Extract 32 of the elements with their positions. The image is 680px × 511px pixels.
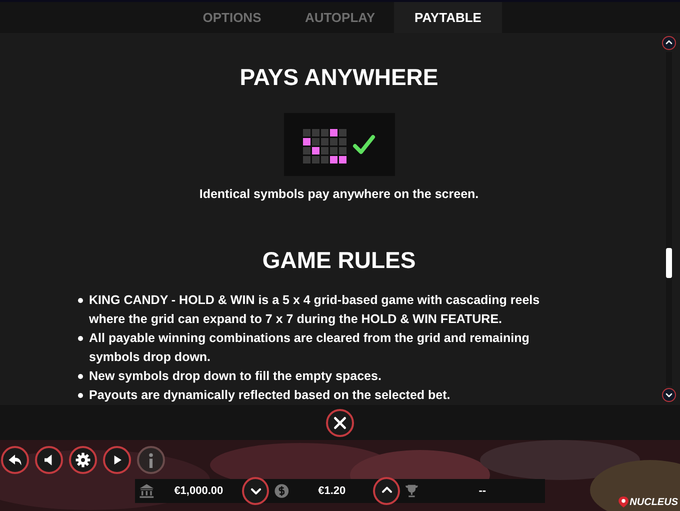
info-icon [148, 452, 154, 468]
bullet-icon [78, 336, 83, 341]
section-heading: PAYS ANYWHERE [240, 64, 438, 91]
trophy-icon [404, 482, 420, 500]
brand-logo: NUCLEUS [618, 496, 678, 508]
bullet-icon [78, 374, 83, 379]
tab[interactable]: PAYTABLE [394, 2, 502, 33]
rule-text: New symbols drop down to fill the empty spaces. [89, 368, 382, 385]
pays-anywhere-icon [284, 113, 394, 176]
balance-value: €1,000.00 [173, 485, 224, 497]
pin-icon [618, 496, 629, 508]
coin-icon [273, 482, 290, 500]
close-icon [332, 414, 348, 430]
gear-icon [74, 451, 92, 469]
bullet-icon [78, 393, 83, 398]
rule-text: Payouts are dynamically reflected based on the selected bet. [89, 387, 450, 404]
scroll-up-button[interactable] [662, 36, 676, 50]
scrollbar-thumb[interactable] [666, 248, 672, 278]
close-button[interactable] [326, 408, 354, 436]
rule-text: KING CANDY - HOLD & WIN is a 5 x 4 grid-based game with cascading reels where the grid can expand to 7 x 7 during the HOLD & WIN FEATURE. [89, 292, 541, 328]
bullet-icon [78, 298, 83, 303]
section-heading: GAME RULES [262, 247, 416, 274]
tab[interactable]: OPTIONS [178, 2, 286, 33]
bank-icon [138, 482, 156, 500]
description-text: Identical symbols pay anywhere on the screen. [199, 187, 479, 201]
bet-value: €1.20 [317, 485, 347, 497]
rule-text: All payable winning combinations are cleared from the grid and remaining symbols drop down. [89, 330, 530, 366]
bet-down-button[interactable] [242, 477, 270, 505]
bet-up-button[interactable] [373, 477, 400, 505]
win-value: -- [478, 485, 488, 497]
scroll-down-button[interactable] [662, 388, 676, 402]
tab[interactable]: AUTOPLAY [286, 2, 394, 33]
